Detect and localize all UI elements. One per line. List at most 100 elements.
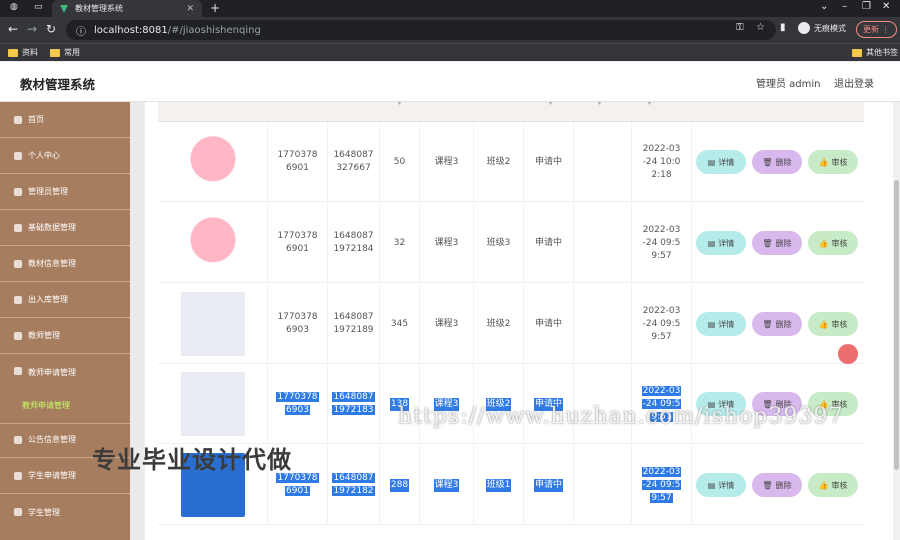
- back-icon[interactable]: ←: [8, 22, 18, 36]
- request-number: 1648087 1972182: [328, 445, 380, 525]
- window-icon[interactable]: ▭: [34, 2, 43, 12]
- document-icon: ▤: [707, 157, 716, 167]
- textbook-image-cell: [158, 203, 268, 283]
- key-icon[interactable]: ⚿: [736, 22, 744, 33]
- sidebar-item-textbooks[interactable]: 教材信息管理: [0, 246, 130, 282]
- cell-text: 1972182: [333, 486, 374, 496]
- restore-icon[interactable]: ❐: [862, 1, 871, 12]
- selection-highlight: 2022-03: [641, 385, 682, 396]
- incognito-indicator[interactable]: 无痕模式: [798, 22, 846, 34]
- browser-tab[interactable]: 教材管理系统 ✕: [52, 0, 202, 17]
- globe-icon[interactable]: ◍: [10, 2, 18, 12]
- info-icon[interactable]: ⓘ: [76, 23, 86, 38]
- close-window-icon[interactable]: ✕: [882, 1, 890, 12]
- sidebar-item-label: 教材信息管理: [28, 259, 76, 268]
- sidebar-item-label: 公告信息管理: [28, 435, 76, 444]
- update-button[interactable]: 更新 ⋮: [856, 21, 897, 38]
- cell-text: 2022-03: [642, 143, 681, 154]
- delete-button[interactable]: 🗑 删除: [752, 473, 802, 497]
- cell-text: 2022-03: [642, 224, 681, 235]
- sort-icon[interactable]: ▾: [648, 100, 651, 107]
- cell-text: 288: [390, 479, 409, 490]
- student-icon: [14, 508, 22, 516]
- admin-icon: [14, 187, 22, 196]
- sidebar-item-stock[interactable]: 出入库管理: [0, 282, 130, 318]
- data-icon: [14, 223, 22, 232]
- textbook-code: 1770378 6903: [268, 284, 328, 364]
- selection-highlight: -24 09:5: [641, 479, 682, 490]
- url-bar[interactable]: ⓘ localhost:8081 /#/jiaoshishenqing: [66, 20, 776, 40]
- sidebar-item-basedata[interactable]: 基础数据管理: [0, 210, 130, 246]
- bookmark-folder-1[interactable]: 常用: [50, 47, 80, 58]
- detail-button[interactable]: ▤ 详情: [696, 231, 746, 255]
- empty-cell: [574, 284, 632, 364]
- cell-text: 课程3: [434, 156, 459, 167]
- sidebar-item-teacher-requests[interactable]: 教师申请管理: [0, 354, 130, 424]
- cell-text: 班级2: [486, 156, 511, 167]
- detail-button[interactable]: ▤ 详情: [696, 473, 746, 497]
- forward-icon[interactable]: →: [27, 22, 37, 36]
- table-row: 1770378 6901 1648087 327667 50 课程3 班级2 申请中…: [158, 122, 864, 202]
- cell-text: 1770378: [277, 150, 318, 160]
- cell-text: 班级3: [486, 237, 511, 248]
- reload-icon[interactable]: ↻: [46, 22, 56, 36]
- delete-label: 删除: [775, 238, 792, 248]
- chevron-down-icon[interactable]: ⌄: [820, 1, 828, 12]
- sidebar-item-home[interactable]: 首页: [0, 102, 130, 138]
- sort-icon[interactable]: ▾: [598, 100, 601, 107]
- selection-highlight: 课程3: [433, 478, 460, 492]
- request-number: 1648087 1972184: [328, 203, 380, 283]
- cell-text: 申请中: [534, 237, 562, 248]
- other-bookmarks[interactable]: 其他书签: [852, 47, 898, 58]
- sidebar-subitem-active[interactable]: 教师申请管理: [22, 400, 70, 411]
- audit-label: 审核: [831, 480, 848, 490]
- request-icon: [14, 367, 22, 375]
- sort-icon[interactable]: ▾: [398, 100, 401, 107]
- detail-button[interactable]: ▤ 详情: [696, 312, 746, 336]
- cell-text: 9:57: [651, 331, 672, 342]
- sidebar-item-students[interactable]: 学生管理: [0, 494, 130, 530]
- minimize-icon[interactable]: –: [842, 1, 847, 12]
- request-icon: [14, 471, 22, 480]
- detail-label: 详情: [718, 157, 735, 167]
- detail-button[interactable]: ▤ 详情: [696, 150, 746, 174]
- delete-button[interactable]: 🗑 删除: [752, 150, 802, 174]
- new-tab-icon[interactable]: +: [210, 1, 220, 15]
- sort-icon[interactable]: ▾: [549, 100, 552, 107]
- cell-text: 6903: [286, 325, 309, 335]
- textbook-image-cell: [158, 122, 268, 202]
- sidepanel-icon[interactable]: ▮: [780, 22, 786, 33]
- scrollbar-thumb[interactable]: [894, 180, 899, 470]
- cell-text: 申请中: [534, 318, 562, 329]
- textbook-image[interactable]: [180, 211, 245, 275]
- sidebar-item-profile[interactable]: 个人中心: [0, 138, 130, 174]
- quantity: 32: [380, 203, 420, 283]
- class: 班级2: [474, 284, 524, 364]
- audit-button[interactable]: 👍 审核: [808, 312, 858, 336]
- sidebar-item-admins[interactable]: 管理员管理: [0, 174, 130, 210]
- bookmark-folder-0[interactable]: 资料: [8, 47, 38, 58]
- cell-text: 课程3: [434, 237, 459, 248]
- cell-text: -24 09:5: [642, 237, 681, 248]
- cell-text: 6903: [286, 405, 309, 415]
- audit-button[interactable]: 👍 审核: [808, 473, 858, 497]
- textbook-image[interactable]: [180, 130, 245, 194]
- close-tab-icon[interactable]: ✕: [186, 4, 194, 14]
- audit-button[interactable]: 👍 审核: [808, 150, 858, 174]
- status: 申请中: [524, 122, 574, 202]
- logout-link[interactable]: 退出登录: [834, 75, 874, 90]
- audit-button[interactable]: 👍 审核: [808, 231, 858, 255]
- textbook-image[interactable]: [180, 292, 245, 356]
- textbook-image[interactable]: [180, 372, 245, 436]
- notice-icon: [14, 435, 22, 444]
- selection-highlight: 1770378: [276, 392, 319, 402]
- row-actions: ▤ 详情 🗑 删除 👍 审核: [690, 445, 864, 525]
- user-icon: [14, 151, 22, 160]
- sidebar-item-teachers[interactable]: 教师管理: [0, 318, 130, 354]
- delete-button[interactable]: 🗑 删除: [752, 312, 802, 336]
- star-icon[interactable]: ☆: [756, 22, 765, 33]
- delete-button[interactable]: 🗑 删除: [752, 231, 802, 255]
- cell-text: 班级2: [486, 318, 511, 329]
- cell-text: 6901: [286, 163, 309, 173]
- textbook-code: 1770378 6903: [268, 364, 328, 444]
